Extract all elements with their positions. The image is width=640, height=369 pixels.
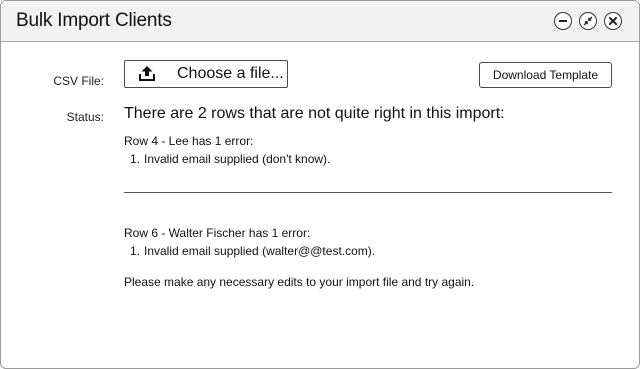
upload-icon: [139, 66, 155, 81]
error-item: 1. Invalid email supplied (walter@@test.c…: [124, 243, 375, 259]
close-icon: [609, 17, 617, 25]
error-block: Row 4 - Lee has 1 error: 1. Invalid email…: [124, 133, 330, 167]
error-block: Row 6 - Walter Fischer has 1 error: 1. In…: [124, 225, 375, 259]
error-row-title: Row 6 - Walter Fischer has 1 error:: [124, 226, 311, 240]
title-bar[interactable]: Bulk Import Clients: [1, 1, 639, 42]
window-title: Bulk Import Clients: [16, 10, 172, 31]
choose-file-label: Choose a file...: [177, 65, 284, 82]
error-row-title: Row 4 - Lee has 1 error:: [124, 134, 254, 148]
error-item: 1. Invalid email supplied (don't know).: [124, 151, 330, 167]
status-label: Status:: [66, 110, 104, 124]
minimize-button[interactable]: [554, 12, 572, 30]
shrink-arrows-icon: [583, 16, 593, 26]
error-item-text: Invalid email supplied (don't know).: [144, 152, 331, 166]
minus-icon: [559, 20, 567, 22]
choose-file-button[interactable]: Choose a file...: [124, 60, 288, 88]
error-list: 1. Invalid email supplied (walter@@test.c…: [124, 243, 375, 259]
restore-button[interactable]: [579, 12, 597, 30]
bulk-import-dialog: Bulk Import Clients CSV File: Choose a f…: [0, 0, 640, 369]
error-list: 1. Invalid email supplied (don't know).: [124, 151, 330, 167]
download-template-button[interactable]: Download Template: [479, 62, 612, 88]
error-divider: [124, 192, 612, 193]
status-headline: There are 2 rows that are not quite righ…: [124, 105, 505, 122]
error-item-number: 1.: [130, 152, 141, 166]
csv-file-label: CSV File:: [53, 74, 104, 88]
error-item-text: Invalid email supplied (walter@@test.com…: [144, 244, 376, 258]
close-button[interactable]: [604, 12, 622, 30]
error-item-number: 1.: [130, 244, 141, 258]
retry-message: Please make any necessary edits to your …: [124, 275, 475, 289]
